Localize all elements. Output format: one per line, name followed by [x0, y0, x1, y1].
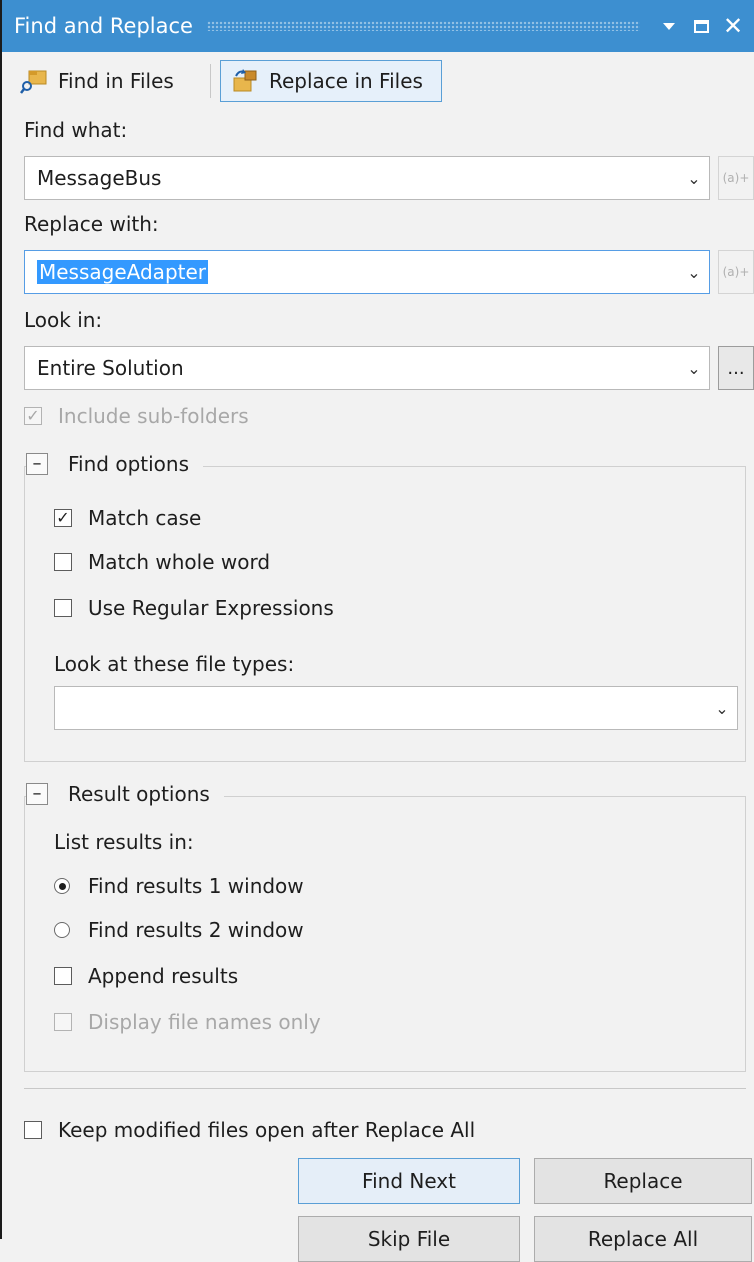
- file-types-combo[interactable]: ⌄: [54, 686, 738, 730]
- match-case-checkbox[interactable]: ✓: [54, 509, 72, 527]
- close-icon[interactable]: ✕: [722, 14, 744, 38]
- match-whole-word-row[interactable]: Match whole word: [54, 550, 270, 574]
- chevron-down-icon[interactable]: ⌄: [679, 251, 709, 293]
- look-in-label: Look in:: [24, 308, 103, 332]
- match-whole-word-label: Match whole word: [88, 550, 271, 574]
- footer-divider: [24, 1088, 746, 1089]
- look-in-combo[interactable]: Entire Solution ⌄: [24, 346, 710, 390]
- result-options-header: – Result options: [26, 782, 224, 806]
- find-results-1-radio[interactable]: [54, 878, 70, 894]
- keep-modified-checkbox[interactable]: [24, 1121, 42, 1139]
- find-options-header: – Find options: [26, 452, 203, 476]
- find-results-2-radio[interactable]: [54, 922, 70, 938]
- title-bar[interactable]: Find and Replace ✕: [2, 0, 754, 52]
- find-in-files-icon: [20, 68, 48, 94]
- display-file-names-label: Display file names only: [88, 1010, 321, 1034]
- use-regex-label: Use Regular Expressions: [88, 596, 334, 620]
- display-file-names-row[interactable]: Display file names only: [54, 1010, 321, 1034]
- replace-in-files-label: Replace in Files: [269, 69, 423, 93]
- result-options-rule: [246, 796, 746, 797]
- find-in-files-tab[interactable]: Find in Files: [20, 60, 174, 102]
- find-results-1-row[interactable]: Find results 1 window: [54, 874, 304, 898]
- replace-with-value-wrap: MessageAdapter: [37, 260, 679, 284]
- keep-modified-label: Keep modified files open after Replace A…: [58, 1118, 476, 1142]
- result-options-title: Result options: [68, 782, 210, 806]
- replace-regex-builder-button[interactable]: (a)+: [718, 250, 754, 294]
- skip-file-button[interactable]: Skip File: [298, 1216, 520, 1262]
- browse-button[interactable]: ...: [718, 346, 754, 390]
- file-types-label: Look at these file types:: [54, 652, 295, 676]
- drag-grip[interactable]: [206, 21, 640, 31]
- match-case-row[interactable]: ✓ Match case: [54, 506, 201, 530]
- find-options-collapse-button[interactable]: –: [26, 453, 48, 475]
- display-file-names-checkbox[interactable]: [54, 1013, 72, 1031]
- append-results-row[interactable]: Append results: [54, 964, 238, 988]
- find-next-button[interactable]: Find Next: [298, 1158, 520, 1204]
- match-whole-word-checkbox[interactable]: [54, 553, 72, 571]
- chevron-down-icon[interactable]: ⌄: [679, 347, 709, 389]
- replace-with-combo[interactable]: MessageAdapter ⌄: [24, 250, 710, 294]
- find-what-input[interactable]: MessageBus: [37, 166, 679, 190]
- find-options-rule: [232, 466, 746, 467]
- list-results-label: List results in:: [54, 830, 194, 854]
- replace-in-files-tab[interactable]: Replace in Files: [220, 60, 442, 102]
- look-in-value[interactable]: Entire Solution: [37, 356, 679, 380]
- find-regex-builder-button[interactable]: (a)+: [718, 156, 754, 200]
- find-what-label: Find what:: [24, 118, 128, 142]
- result-options-collapse-button[interactable]: –: [26, 783, 48, 805]
- append-results-label: Append results: [88, 964, 239, 988]
- replace-button[interactable]: Replace: [534, 1158, 752, 1204]
- use-regex-checkbox[interactable]: [54, 599, 72, 617]
- keep-modified-row[interactable]: Keep modified files open after Replace A…: [24, 1118, 475, 1142]
- find-what-combo[interactable]: MessageBus ⌄: [24, 156, 710, 200]
- include-subfolders-row[interactable]: ✓ Include sub-folders: [24, 404, 249, 428]
- use-regex-row[interactable]: Use Regular Expressions: [54, 596, 334, 620]
- maximize-icon[interactable]: [690, 15, 712, 37]
- tab-separator: [210, 64, 211, 98]
- chevron-down-icon[interactable]: ⌄: [707, 687, 737, 729]
- replace-all-button[interactable]: Replace All: [534, 1216, 752, 1262]
- find-results-2-label: Find results 2 window: [88, 918, 304, 942]
- replace-with-input[interactable]: MessageAdapter: [37, 260, 209, 284]
- find-results-2-row[interactable]: Find results 2 window: [54, 918, 304, 942]
- append-results-checkbox[interactable]: [54, 967, 72, 985]
- chevron-down-icon[interactable]: ⌄: [679, 157, 709, 199]
- include-subfolders-checkbox[interactable]: ✓: [24, 407, 42, 425]
- include-subfolders-label: Include sub-folders: [58, 404, 249, 428]
- replace-with-label: Replace with:: [24, 212, 159, 236]
- match-case-label: Match case: [88, 506, 202, 530]
- find-results-1-label: Find results 1 window: [88, 874, 304, 898]
- dropdown-arrow-icon[interactable]: [658, 15, 680, 37]
- find-replace-window: Find and Replace ✕ Find in Files Replace…: [0, 0, 754, 1262]
- replace-in-files-icon: [231, 68, 259, 94]
- window-title: Find and Replace: [14, 14, 193, 38]
- find-options-title: Find options: [68, 452, 189, 476]
- find-in-files-label: Find in Files: [58, 69, 174, 93]
